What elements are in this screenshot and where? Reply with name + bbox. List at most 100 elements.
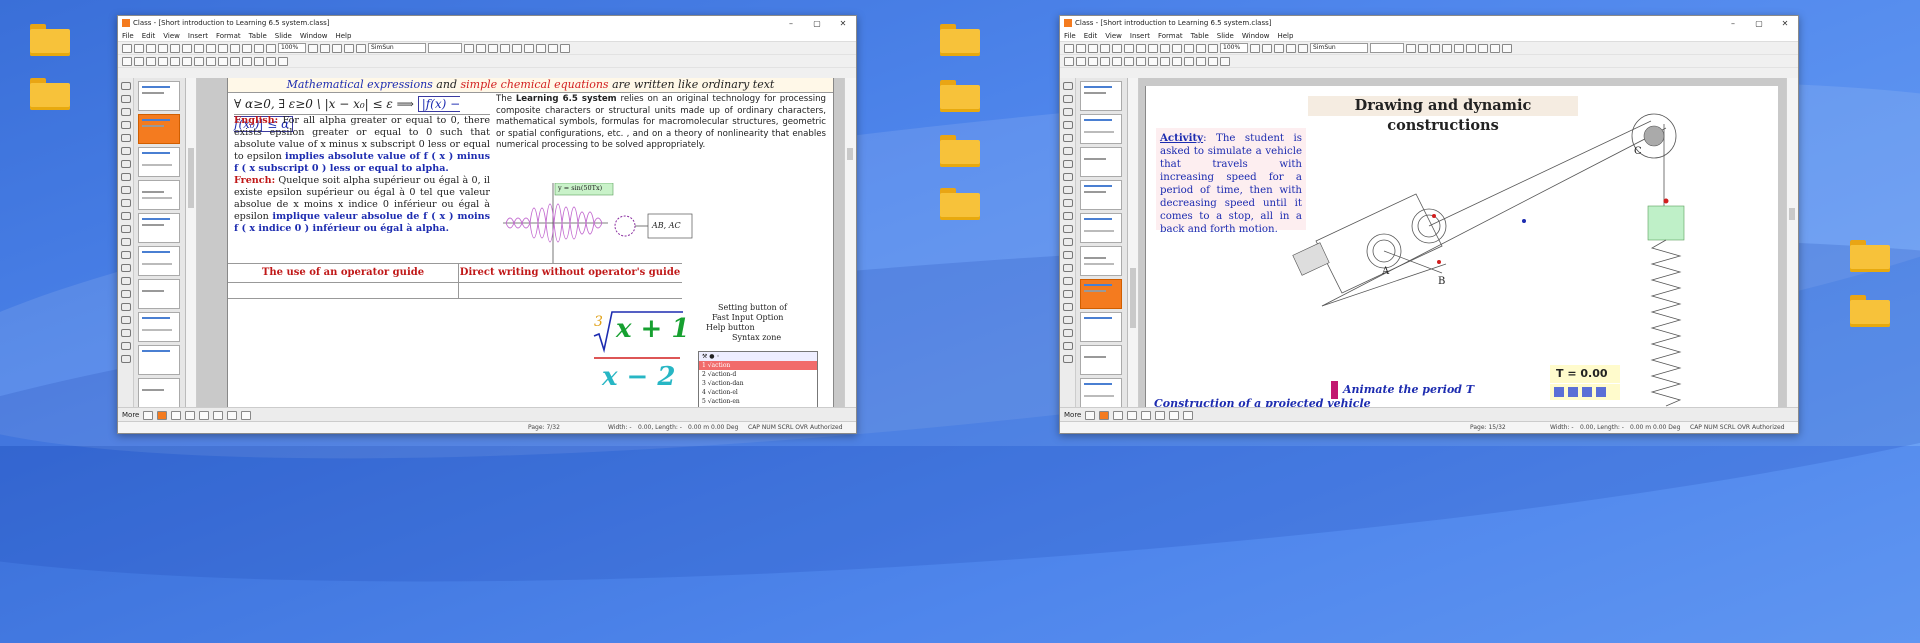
new-icon[interactable] bbox=[1064, 43, 1074, 53]
slide-thumbnail[interactable] bbox=[138, 246, 180, 276]
list-icon[interactable] bbox=[206, 56, 216, 66]
circle-icon[interactable] bbox=[199, 410, 210, 420]
slide-thumbnail[interactable] bbox=[1080, 345, 1122, 375]
copy-icon[interactable] bbox=[1124, 43, 1134, 53]
copy-icon[interactable] bbox=[182, 43, 192, 53]
list-item[interactable]: 3 √action-dan bbox=[699, 379, 817, 388]
grid-tool-icon[interactable] bbox=[1062, 264, 1073, 272]
slide-thumbnail[interactable] bbox=[1080, 114, 1122, 144]
chemistry-icon[interactable] bbox=[1220, 56, 1230, 66]
grid-icon[interactable] bbox=[1274, 43, 1284, 53]
slide-thumbnail[interactable] bbox=[138, 147, 180, 177]
list-item[interactable]: 4 √action-el bbox=[699, 388, 817, 397]
arc-tool-icon[interactable] bbox=[120, 303, 131, 311]
align-left-icon[interactable] bbox=[524, 43, 534, 53]
curve-tool-icon[interactable] bbox=[120, 329, 131, 337]
ellipse-tool-icon[interactable] bbox=[120, 160, 131, 168]
vehicle-construction-drawing[interactable] bbox=[1146, 86, 1778, 408]
save-icon[interactable] bbox=[146, 43, 156, 53]
zoom-select[interactable]: 100% bbox=[1220, 43, 1248, 53]
rect-icon[interactable] bbox=[213, 410, 224, 420]
align-center-icon[interactable] bbox=[1478, 43, 1488, 53]
hex-tool-icon[interactable] bbox=[120, 316, 131, 324]
close-button[interactable]: ✕ bbox=[1772, 19, 1798, 28]
line-icon[interactable] bbox=[171, 410, 182, 420]
slide-thumbnail-selected[interactable] bbox=[1080, 279, 1122, 309]
justify-icon[interactable] bbox=[560, 43, 570, 53]
spacing-icon[interactable] bbox=[1172, 56, 1182, 66]
menu-table[interactable]: Table bbox=[1191, 32, 1209, 40]
matrix-icon[interactable] bbox=[1124, 56, 1134, 66]
desktop-folder-icon[interactable] bbox=[1850, 295, 1890, 327]
line-tool-icon[interactable] bbox=[1062, 95, 1073, 103]
fraction-icon[interactable] bbox=[158, 56, 168, 66]
arrow-icon[interactable] bbox=[185, 410, 196, 420]
point-tool-icon[interactable] bbox=[1062, 199, 1073, 207]
arc-tool-icon[interactable] bbox=[1062, 303, 1073, 311]
link-icon[interactable] bbox=[266, 43, 276, 53]
zoom-select[interactable]: 100% bbox=[278, 43, 306, 53]
style-icon[interactable] bbox=[254, 56, 264, 66]
line-tool-icon[interactable] bbox=[120, 95, 131, 103]
columns-icon[interactable] bbox=[242, 56, 252, 66]
menu-help[interactable]: Help bbox=[335, 32, 351, 40]
menu-view[interactable]: View bbox=[1105, 32, 1122, 40]
desktop-folder-icon[interactable] bbox=[940, 188, 980, 220]
align-right-icon[interactable] bbox=[548, 43, 558, 53]
chemistry-icon[interactable] bbox=[278, 56, 288, 66]
underline-icon[interactable] bbox=[488, 43, 498, 53]
image-icon[interactable] bbox=[1184, 43, 1194, 53]
italic-icon[interactable] bbox=[476, 43, 486, 53]
slide-thumbnail[interactable] bbox=[1080, 312, 1122, 342]
translation-text[interactable]: English: For all alpha greater or equal … bbox=[234, 115, 490, 261]
pointer-tool-icon[interactable] bbox=[120, 82, 131, 90]
chart-icon[interactable] bbox=[1183, 410, 1194, 420]
syntax-list-panel[interactable]: ⚒ ● ◦ 1 √action 2 √action-d 3 √action-da… bbox=[698, 351, 818, 409]
menu-file[interactable]: File bbox=[1064, 32, 1076, 40]
table-icon[interactable] bbox=[230, 43, 240, 53]
rotate-tool-icon[interactable] bbox=[120, 225, 131, 233]
redo-icon[interactable] bbox=[1160, 43, 1170, 53]
measure-tool-icon[interactable] bbox=[120, 238, 131, 246]
menu-insert[interactable]: Insert bbox=[188, 32, 208, 40]
menu-format[interactable]: Format bbox=[216, 32, 241, 40]
slide-thumbnail[interactable] bbox=[138, 312, 180, 342]
pie-tool-icon[interactable] bbox=[1062, 342, 1073, 350]
minimize-button[interactable]: – bbox=[1720, 19, 1746, 28]
star-tool-icon[interactable] bbox=[120, 290, 131, 298]
grid-tool-icon[interactable] bbox=[120, 264, 131, 272]
border-icon[interactable] bbox=[218, 56, 228, 66]
slide-thumbnail[interactable] bbox=[138, 213, 180, 243]
underline-icon[interactable] bbox=[1430, 43, 1440, 53]
cut-icon[interactable] bbox=[170, 43, 180, 53]
color-icon[interactable] bbox=[1099, 410, 1110, 420]
slide-thumbnail[interactable] bbox=[138, 378, 180, 408]
close-button[interactable]: ✕ bbox=[830, 19, 856, 28]
pointer-icon[interactable] bbox=[1085, 410, 1096, 420]
eraser-tool-icon[interactable] bbox=[1062, 134, 1073, 142]
style-icon[interactable] bbox=[1196, 56, 1206, 66]
radical-fraction[interactable]: 3 x + 1 x − 2 bbox=[588, 306, 689, 401]
math-formula[interactable]: ∀ α≥0, ∃ ε≥0 \ |x − x₀| ≤ ε ⟹ |f(x) − f(… bbox=[234, 94, 490, 132]
rect-icon[interactable] bbox=[1155, 410, 1166, 420]
cut-icon[interactable] bbox=[1112, 43, 1122, 53]
menu-format[interactable]: Format bbox=[1158, 32, 1183, 40]
slide-thumbnail[interactable] bbox=[1080, 180, 1122, 210]
desktop-folder-icon[interactable] bbox=[30, 78, 70, 110]
slide-thumbnail-selected[interactable] bbox=[138, 114, 180, 144]
slide-thumbnail[interactable] bbox=[138, 180, 180, 210]
print-icon[interactable] bbox=[1100, 43, 1110, 53]
font-size-select[interactable] bbox=[1370, 43, 1404, 53]
zoom-tool-icon[interactable] bbox=[120, 355, 131, 363]
eraser-tool-icon[interactable] bbox=[120, 134, 131, 142]
font-select[interactable]: SimSun bbox=[368, 43, 426, 53]
bold-icon[interactable] bbox=[1406, 43, 1416, 53]
spacing-icon[interactable] bbox=[230, 56, 240, 66]
align-left-icon[interactable] bbox=[1466, 43, 1476, 53]
menu-file[interactable]: File bbox=[122, 32, 134, 40]
font-color-icon[interactable] bbox=[500, 43, 510, 53]
list-icon[interactable] bbox=[1148, 56, 1158, 66]
measure-tool-icon[interactable] bbox=[1062, 238, 1073, 246]
menu-help[interactable]: Help bbox=[1277, 32, 1293, 40]
arrow-icon[interactable] bbox=[1208, 56, 1218, 66]
